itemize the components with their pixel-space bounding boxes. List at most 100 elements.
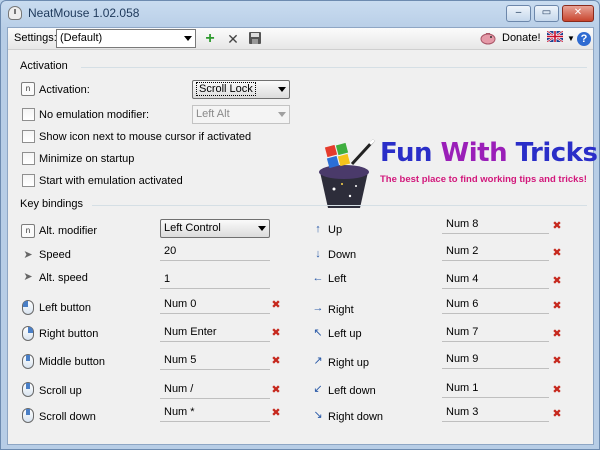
toolbar: Settings: (Default) + ✕ Donate! ▼ ? xyxy=(8,28,593,50)
scroll-down-field[interactable]: Num * xyxy=(160,404,270,422)
start-activated-label: Start with emulation activated xyxy=(39,175,183,187)
move-left-up-icon: ↖ xyxy=(313,327,323,339)
remove-icon[interactable]: ✖ xyxy=(270,299,282,311)
maximize-button[interactable]: ▭ xyxy=(534,5,559,22)
keyboard-key-icon: n xyxy=(21,224,35,238)
binding-label: Left button xyxy=(39,302,91,314)
middle-button-field[interactable]: Num 5 xyxy=(160,352,270,370)
promo-title-part: Fun xyxy=(380,138,441,168)
binding-label: Left up xyxy=(328,328,362,340)
promo-banner: Fun With Tricks The best place to find w… xyxy=(308,130,600,214)
client-area: Settings: (Default) + ✕ Donate! ▼ ? Acti… xyxy=(7,27,598,445)
piggy-bank-icon[interactable] xyxy=(480,31,496,47)
settings-label: Settings: xyxy=(14,32,57,44)
move-up-icon: ↑ xyxy=(315,223,321,235)
start-activated-checkbox[interactable] xyxy=(22,174,35,187)
remove-icon[interactable]: ✖ xyxy=(551,384,563,396)
window-title: NeatMouse 1.02.058 xyxy=(28,6,140,20)
activation-key-dropdown[interactable]: Scroll Lock xyxy=(192,80,290,99)
binding-label: Up xyxy=(328,224,343,236)
promo-subtitle: The best place to find working tips and … xyxy=(380,174,587,185)
remove-icon[interactable]: ✖ xyxy=(551,328,563,340)
promo-title-part: With xyxy=(440,138,516,168)
right-down-field[interactable]: Num 3 xyxy=(442,404,549,422)
binding-label: Scroll up xyxy=(39,385,82,397)
minimize-on-startup-label: Minimize on startup xyxy=(39,153,135,165)
show-icon-checkbox[interactable] xyxy=(22,130,35,143)
keyboard-key-icon: n xyxy=(21,82,35,96)
mouse-scroll-up-icon xyxy=(22,382,34,397)
remove-icon[interactable]: ✖ xyxy=(551,408,563,420)
settings-dropdown[interactable]: (Default) xyxy=(56,29,196,48)
key-bindings-section-title: Key bindings xyxy=(20,198,83,210)
no-emulation-modifier-checkbox[interactable] xyxy=(22,108,35,121)
plus-icon[interactable]: + xyxy=(202,31,218,47)
floppy-icon[interactable] xyxy=(247,31,263,47)
alt-modifier-value: Left Control xyxy=(164,222,221,234)
alt-speed-field[interactable]: 1 xyxy=(160,271,270,289)
left-down-field[interactable]: Num 1 xyxy=(442,380,549,398)
minimize-button[interactable]: – xyxy=(506,5,531,22)
settings-dropdown-value: (Default) xyxy=(60,32,103,44)
right-button-field[interactable]: Num Enter xyxy=(160,324,270,342)
activation-label: Activation: xyxy=(39,84,90,96)
mouse-left-button-icon xyxy=(22,300,34,315)
speed-label: Speed xyxy=(39,249,71,261)
alt-speed-label: Alt. speed xyxy=(39,272,88,284)
activation-key-value: Scroll Lock xyxy=(196,82,256,96)
remove-icon[interactable]: ✖ xyxy=(551,300,563,312)
remove-icon[interactable]: ✖ xyxy=(551,355,563,367)
remove-icon[interactable]: ✖ xyxy=(551,247,563,259)
binding-label: Down xyxy=(328,249,357,261)
down-field[interactable]: Num 2 xyxy=(442,243,549,261)
binding-label: Right button xyxy=(39,328,99,340)
move-left-icon: ← xyxy=(312,272,324,284)
binding-label: Right down xyxy=(328,411,384,423)
remove-icon[interactable]: ✖ xyxy=(270,327,282,339)
alt-modifier-label: Alt. modifier xyxy=(39,225,98,237)
delete-x-icon[interactable]: ✕ xyxy=(225,31,241,47)
chevron-down-icon xyxy=(258,226,266,231)
chevron-down-icon xyxy=(184,36,192,41)
minimize-on-startup-checkbox[interactable] xyxy=(22,152,35,165)
close-button[interactable]: ✕ xyxy=(562,5,594,22)
mouse-scroll-down-icon xyxy=(22,408,34,423)
binding-label: Left xyxy=(328,273,347,285)
remove-icon[interactable]: ✖ xyxy=(270,407,282,419)
show-icon-label: Show icon next to mouse cursor if activa… xyxy=(39,131,252,143)
right-up-field[interactable]: Num 9 xyxy=(442,351,549,369)
title-bar[interactable]: NeatMouse 1.02.058 – ▭ ✕ xyxy=(1,1,599,27)
move-right-icon: → xyxy=(312,302,324,314)
no-emulation-modifier-dropdown[interactable]: Left Alt xyxy=(192,105,290,124)
activation-section-title: Activation xyxy=(20,60,68,72)
move-left-down-icon: ↙ xyxy=(313,383,323,395)
no-emulation-modifier-value: Left Alt xyxy=(196,108,230,120)
binding-label: Left down xyxy=(328,385,376,397)
speed-field[interactable]: 20 xyxy=(160,243,270,261)
move-right-down-icon: ↘ xyxy=(313,409,323,421)
remove-icon[interactable]: ✖ xyxy=(551,275,563,287)
remove-icon[interactable]: ✖ xyxy=(270,355,282,367)
binding-label: Scroll down xyxy=(39,411,96,423)
left-up-field[interactable]: Num 7 xyxy=(442,324,549,342)
alt-modifier-dropdown[interactable]: Left Control xyxy=(160,219,270,238)
cursor-arrow-icon: ➤ xyxy=(23,249,33,261)
scroll-up-field[interactable]: Num / xyxy=(160,381,270,399)
chevron-down-icon xyxy=(278,112,286,117)
move-down-icon: ↓ xyxy=(315,248,321,260)
cursor-arrow-icon: ➤ xyxy=(23,271,33,283)
donate-link[interactable]: Donate! xyxy=(502,32,541,44)
binding-label: Right up xyxy=(328,357,369,369)
remove-icon[interactable]: ✖ xyxy=(551,220,563,232)
move-right-up-icon: ↗ xyxy=(313,355,323,367)
remove-icon[interactable]: ✖ xyxy=(270,384,282,396)
chevron-down-icon xyxy=(278,87,286,92)
uk-flag-icon[interactable] xyxy=(546,30,564,47)
left-field[interactable]: Num 4 xyxy=(442,271,549,289)
up-field[interactable]: Num 8 xyxy=(442,216,549,234)
mouse-right-button-icon xyxy=(22,326,34,341)
magic-hat-logo xyxy=(319,138,376,208)
right-field[interactable]: Num 6 xyxy=(442,296,549,314)
left-button-field[interactable]: Num 0 xyxy=(160,296,270,314)
help-icon[interactable]: ? xyxy=(577,32,591,46)
